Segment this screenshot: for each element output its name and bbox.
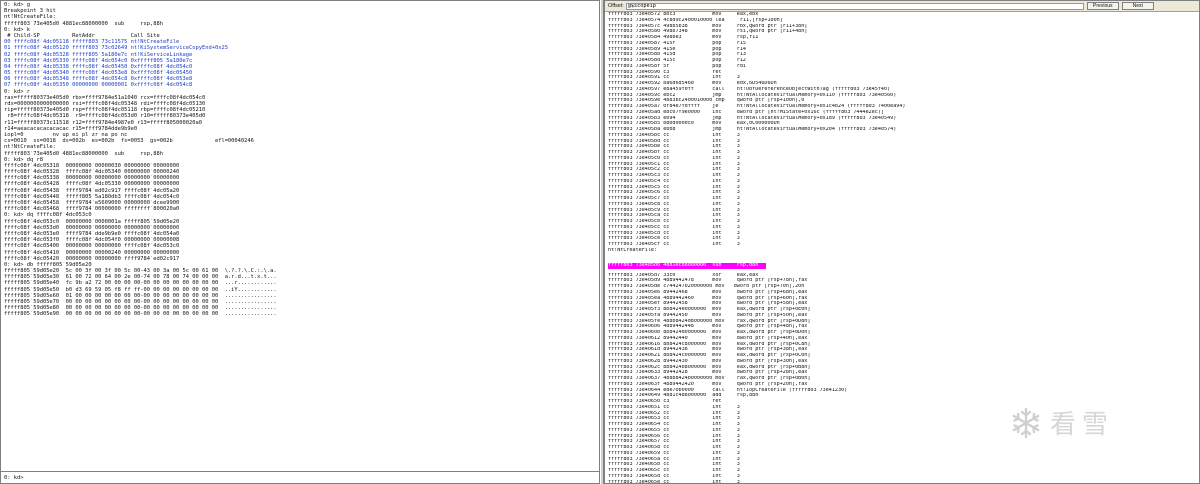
offset-label: Offset: — [608, 3, 624, 9]
disassembly-row: fffff803`73e405d0 4881ec88000000 sub rsp… — [608, 254, 1196, 273]
command-output: 0: kd> g Breakpoint 3 hit nt!NtCreateFile:… — [4, 2, 596, 471]
command-window: 0: kd> g Breakpoint 3 hit nt!NtCreateFile:… — [0, 0, 600, 484]
next-button[interactable]: Next — [1121, 2, 1154, 10]
offset-input[interactable] — [625, 2, 1084, 10]
command-input[interactable] — [26, 473, 599, 482]
command-prompt: 0: kd> — [4, 474, 24, 481]
disassembly-row: fffff803`73e4065e cc int 3 — [608, 480, 1196, 484]
disassembly-listing: fffff803`73e40572 8bc3 mov eax,ebx fffff8… — [608, 12, 1196, 483]
disassembly-toolbar: Offset: Previous Next — [605, 1, 1199, 12]
command-input-bar: 0: kd> — [1, 471, 599, 483]
previous-button[interactable]: Previous — [1086, 2, 1119, 10]
output-line: fffff805`59d05e90 00 00 00 00 00 00 00 0… — [4, 311, 277, 318]
disassembly-window: Offset: Previous Next fffff803`73e40572 … — [604, 0, 1200, 484]
current-instruction-line: fffff803`73e405d0 4881ec88000000 sub rsp… — [608, 262, 767, 269]
disassembly-line: fffff803`73e4065e cc int 3 — [608, 479, 740, 484]
